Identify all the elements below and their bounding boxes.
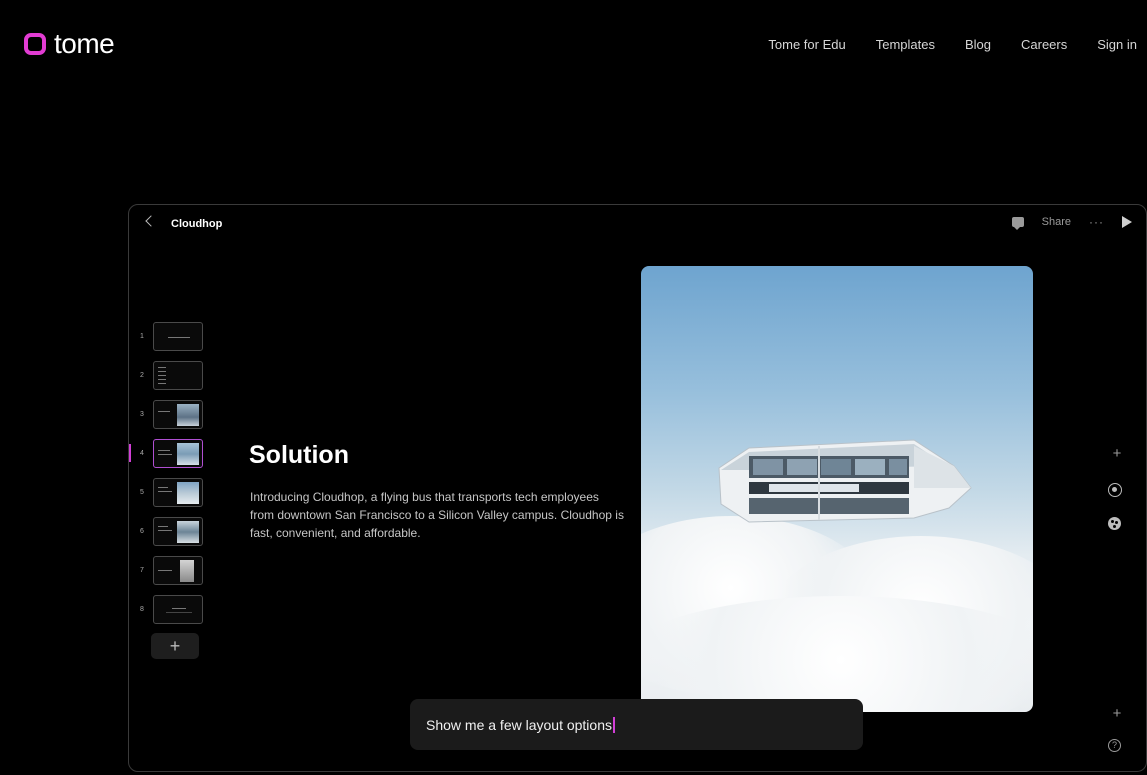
slide-number: 1 <box>140 333 144 340</box>
play-icon[interactable] <box>1122 216 1132 228</box>
slide-body-text[interactable]: Introducing Cloudhop, a flying bus that … <box>250 488 625 542</box>
editor-header: Cloudhop Share ··· <box>129 205 1146 243</box>
help-tool[interactable]: ? <box>1108 739 1126 752</box>
thumbnail-preview <box>153 322 203 351</box>
slide-number: 2 <box>140 372 144 379</box>
slide-title[interactable]: Solution <box>249 441 349 470</box>
slide-thumbnail-8[interactable]: 8 <box>135 590 215 629</box>
slide-thumbnail-6[interactable]: 6 <box>135 512 215 551</box>
prompt-input[interactable]: Show me a few layout options <box>426 717 615 733</box>
add-tile-icon[interactable]: + <box>1108 445 1126 462</box>
tome-logo-icon <box>24 33 46 55</box>
nav-link-tome-for-edu[interactable]: Tome for Edu <box>768 37 845 52</box>
flying-bus-image[interactable] <box>641 266 1033 712</box>
thumbnail-preview <box>153 517 203 546</box>
nav-link-sign-in[interactable]: Sign in <box>1097 37 1137 52</box>
active-slide-indicator <box>129 444 131 462</box>
slide-thumbnail-1[interactable]: 1 <box>135 317 215 356</box>
help-icon: ? <box>1108 739 1121 752</box>
add-slide-button[interactable]: + <box>151 633 199 659</box>
ai-create-icon[interactable]: + <box>1108 705 1126 722</box>
more-options-icon[interactable]: ··· <box>1089 215 1104 229</box>
share-button[interactable]: Share <box>1042 216 1071 228</box>
thumbnail-preview <box>153 595 203 624</box>
nav-link-blog[interactable]: Blog <box>965 37 991 52</box>
slide-number: 3 <box>140 411 144 418</box>
slide-thumbnail-5[interactable]: 5 <box>135 473 215 512</box>
thumbnail-preview <box>153 400 203 429</box>
slide-thumbnail-4[interactable]: 4 <box>129 434 215 473</box>
slide-thumbnails: 1 2 3 4 5 6 7 8 <box>129 317 215 629</box>
slide-number: 6 <box>140 528 144 535</box>
slide-number: 4 <box>140 450 144 457</box>
thumbnail-preview <box>153 556 203 585</box>
document-title: Cloudhop <box>171 218 223 230</box>
slide-thumbnail-2[interactable]: 2 <box>135 356 215 395</box>
tome-logo[interactable]: tome <box>24 28 115 59</box>
slide-number: 7 <box>140 567 144 574</box>
flying-bus-illustration <box>718 439 972 523</box>
record-icon <box>1108 483 1122 497</box>
brand-name: tome <box>54 28 115 59</box>
palette-icon <box>1108 517 1121 530</box>
nav-link-templates[interactable]: Templates <box>876 37 935 52</box>
slide-thumbnail-3[interactable]: 3 <box>135 395 215 434</box>
slide-number: 8 <box>140 606 144 613</box>
slide-thumbnail-7[interactable]: 7 <box>135 551 215 590</box>
thumbnail-preview <box>153 361 203 390</box>
thumbnail-preview <box>153 439 203 468</box>
ai-prompt-bar[interactable]: Show me a few layout options <box>410 699 863 750</box>
top-nav: Tome for Edu Templates Blog Careers Sign… <box>768 37 1137 52</box>
comment-icon[interactable] <box>1011 217 1024 230</box>
slide-number: 5 <box>140 489 144 496</box>
prompt-input-value: Show me a few layout options <box>426 717 612 733</box>
text-caret <box>613 717 615 733</box>
back-chevron-icon[interactable] <box>145 215 157 227</box>
editor-window: Cloudhop Share ··· 1 2 3 4 5 6 7 8 + Sol… <box>128 204 1147 772</box>
thumbnail-preview <box>153 478 203 507</box>
nav-link-careers[interactable]: Careers <box>1021 37 1067 52</box>
record-tool[interactable] <box>1108 483 1126 497</box>
theme-tool[interactable] <box>1108 517 1126 530</box>
